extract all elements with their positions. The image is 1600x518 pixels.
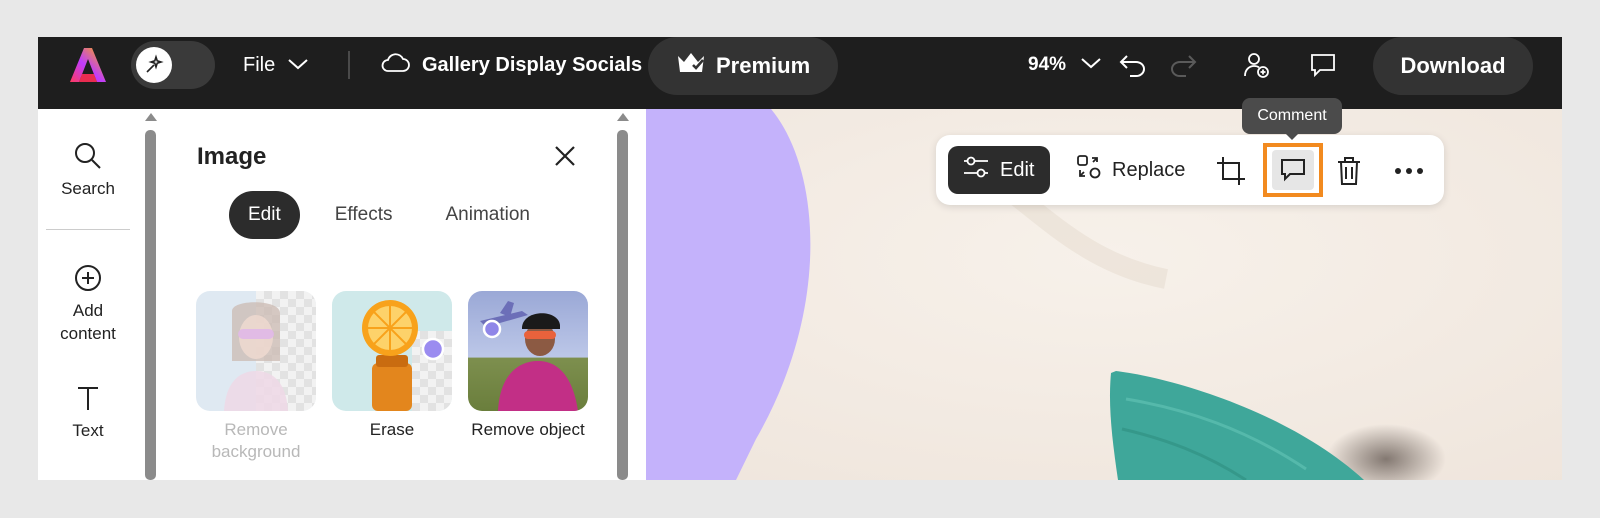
divider	[348, 51, 350, 79]
replace-icon	[1076, 154, 1102, 186]
panel-scrollbar[interactable]	[617, 130, 628, 480]
download-button[interactable]: Download	[1373, 37, 1533, 95]
adjust-sliders-icon	[962, 155, 990, 185]
zoom-value: 94%	[1028, 54, 1067, 75]
rail-scrollbar[interactable]	[145, 130, 156, 480]
quick-action-label: Erase	[369, 420, 415, 439]
rail-item-text[interactable]: Text	[38, 383, 138, 442]
erase-thumbnail	[332, 291, 452, 411]
invite-person-icon[interactable]	[1242, 49, 1274, 81]
panel-title: Image	[197, 143, 267, 170]
divider	[46, 229, 130, 230]
image-panel: Image Edit Effects Animation Remove back…	[158, 109, 633, 480]
quick-action-remove-background[interactable]: Remove background	[196, 291, 316, 463]
quick-action-erase[interactable]: Erase	[332, 291, 452, 441]
generate-mode-toggle[interactable]	[131, 41, 215, 89]
comment-icon	[1272, 150, 1314, 190]
close-icon[interactable]	[552, 143, 578, 169]
rail-item-label: Search	[61, 179, 115, 198]
remove-object-thumbnail	[468, 291, 588, 411]
edit-image-button[interactable]: Edit	[948, 146, 1050, 194]
left-rail: Search Add content Text	[38, 109, 142, 480]
sparkle-wand-icon	[136, 47, 172, 83]
chevron-down-icon	[1080, 54, 1102, 76]
chevron-down-icon	[287, 54, 309, 77]
scroll-up-arrow-icon[interactable]	[617, 113, 629, 121]
text-icon	[78, 387, 98, 410]
document-title[interactable]: Gallery Display Socials	[380, 49, 642, 81]
cloud-icon	[380, 51, 410, 79]
edit-label: Edit	[1000, 158, 1035, 181]
quick-action-remove-object[interactable]: Remove object	[468, 291, 588, 441]
undo-icon[interactable]	[1118, 49, 1150, 81]
comment-tooltip: Comment	[1242, 98, 1342, 140]
tab-animation[interactable]: Animation	[445, 191, 530, 239]
rail-item-label: Text	[72, 421, 104, 440]
add-content-icon	[75, 265, 101, 291]
app-window: File Gallery Display Socials Premium 94%…	[38, 37, 1562, 480]
download-label: Download	[1400, 53, 1506, 78]
file-menu[interactable]: File	[243, 49, 309, 81]
rail-item-add-content[interactable]: Add content	[38, 263, 138, 345]
crown-icon	[676, 50, 706, 82]
comments-icon[interactable]	[1308, 49, 1340, 81]
quick-action-label: Remove object	[471, 420, 585, 439]
search-icon	[75, 143, 101, 169]
redo-icon[interactable]	[1168, 49, 1200, 81]
rail-item-search[interactable]: Search	[38, 141, 138, 200]
premium-button[interactable]: Premium	[648, 37, 838, 95]
adobe-express-logo-icon[interactable]	[68, 45, 108, 85]
delete-icon[interactable]	[1336, 155, 1366, 187]
replace-label: Replace	[1112, 158, 1186, 181]
quick-action-label: Remove background	[211, 420, 301, 461]
panel-tabs: Edit Effects Animation	[229, 191, 530, 239]
zoom-dropdown[interactable]: 94%	[1028, 49, 1102, 81]
image-context-toolbar: Edit Replace	[936, 135, 1444, 205]
scroll-up-arrow-icon[interactable]	[145, 113, 157, 121]
more-options-icon[interactable]	[1394, 155, 1424, 187]
premium-label: Premium	[716, 53, 811, 78]
remove-background-thumbnail	[196, 291, 316, 411]
document-title-label: Gallery Display Socials	[422, 53, 643, 76]
comment-button[interactable]	[1263, 143, 1323, 197]
crop-icon[interactable]	[1216, 155, 1248, 187]
file-menu-label: File	[243, 53, 276, 76]
replace-image-button[interactable]: Replace	[1076, 146, 1185, 194]
rail-item-label: Add content	[60, 301, 116, 343]
tab-effects[interactable]: Effects	[335, 191, 393, 239]
tab-edit[interactable]: Edit	[229, 191, 300, 239]
